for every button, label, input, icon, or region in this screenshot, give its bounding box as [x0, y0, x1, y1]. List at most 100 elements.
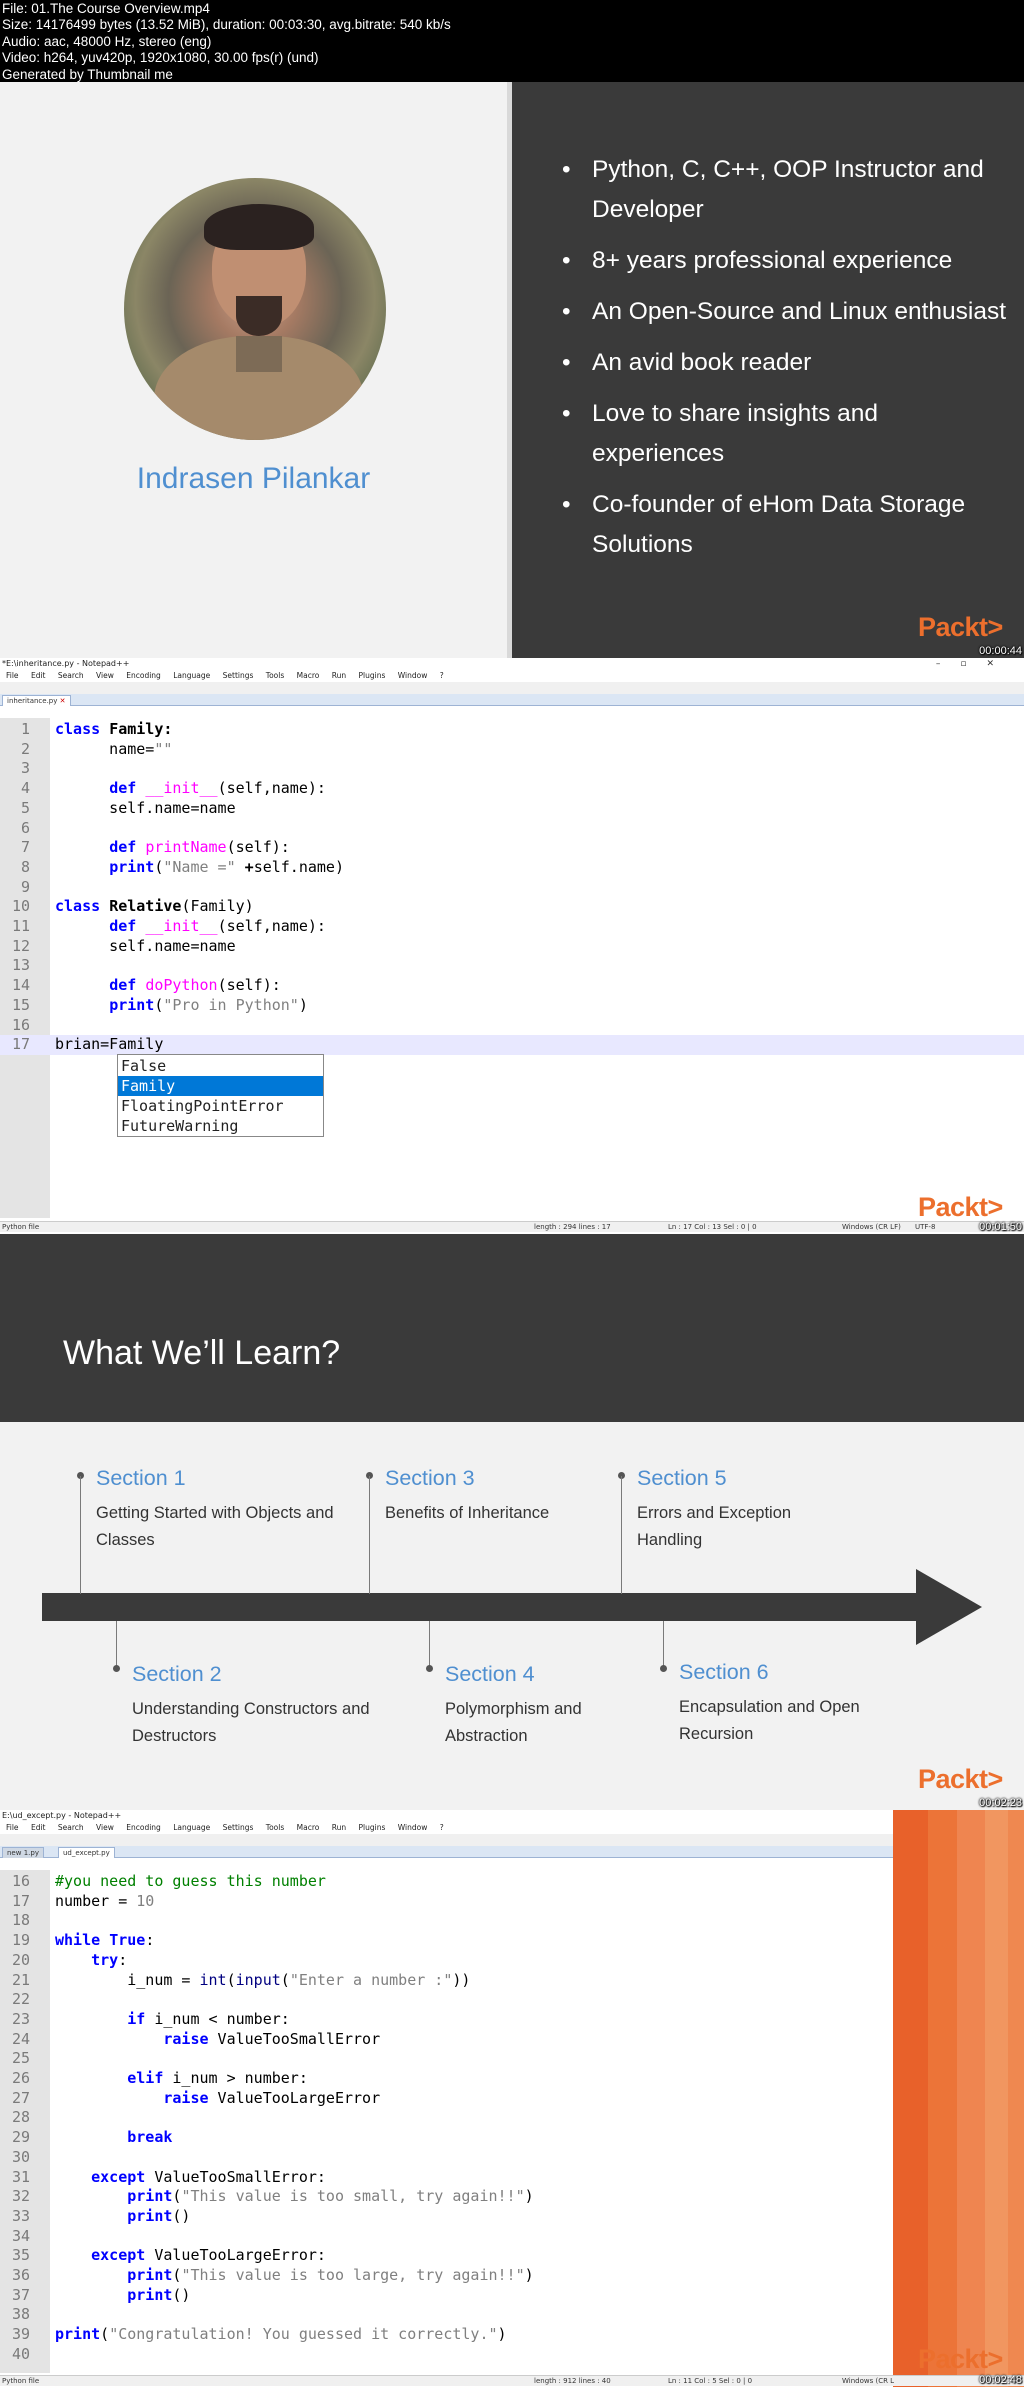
code-line[interactable]: 33 print() — [0, 2207, 1024, 2227]
code-line[interactable]: 14 def doPython(self): — [0, 976, 1024, 996]
autocomplete-item[interactable]: FloatingPointError — [118, 1096, 323, 1116]
code-line[interactable]: 28 — [0, 2108, 1024, 2128]
code-line[interactable]: 35 except ValueTooLargeError: — [0, 2246, 1024, 2266]
close-icon[interactable]: ✕ — [60, 697, 66, 705]
code-line[interactable]: 39 print("Congratulation! You guessed it … — [0, 2325, 1024, 2345]
line-number: 13 — [11, 956, 30, 975]
menu-run[interactable]: Run — [332, 671, 346, 680]
code-line[interactable]: 23 if i_num < number: — [0, 2010, 1024, 2030]
window-controls[interactable]: –▫✕ — [936, 658, 1014, 670]
menu-view[interactable]: View — [96, 1823, 114, 1832]
autocomplete-popup[interactable]: False Family FloatingPointError FutureWa… — [117, 1054, 324, 1137]
menu-encoding[interactable]: Encoding — [126, 1823, 161, 1832]
tab-inheritance-py[interactable]: inheritance.py ✕ — [2, 695, 71, 706]
menu-tools[interactable]: Tools — [266, 671, 284, 680]
code-line[interactable]: 17 number = 10 — [0, 1892, 1024, 1912]
code-line[interactable]: 4 def __init__(self,name): — [0, 779, 1024, 799]
menu-edit[interactable]: Edit — [31, 671, 46, 680]
menu-view[interactable]: View — [96, 671, 114, 680]
code-line[interactable]: 1 class Family: — [0, 720, 1024, 740]
timeline-tick — [369, 1476, 370, 1594]
menu-help[interactable]: ? — [440, 1823, 444, 1832]
code-line[interactable]: 15 print("Pro in Python") — [0, 996, 1024, 1016]
code-text: except ValueTooLargeError: — [91, 2246, 326, 2265]
autocomplete-item[interactable]: FutureWarning — [118, 1116, 323, 1136]
code-line[interactable]: 6 — [0, 819, 1024, 839]
code-line[interactable]: 20 try: — [0, 1951, 1024, 1971]
code-line[interactable]: 36 print("This value is too large, try a… — [0, 2266, 1024, 2286]
code-line[interactable]: 30 — [0, 2148, 1024, 2168]
code-line[interactable]: 19 while True: — [0, 1931, 1024, 1951]
menu-window[interactable]: Window — [398, 1823, 428, 1832]
menu-language[interactable]: Language — [173, 1823, 210, 1832]
code-line[interactable]: 18 — [0, 1911, 1024, 1931]
menu-file[interactable]: File — [6, 1823, 19, 1832]
code-line[interactable]: 22 — [0, 1990, 1024, 2010]
autocomplete-item-selected[interactable]: Family — [118, 1076, 323, 1096]
code-line[interactable]: 3 — [0, 759, 1024, 779]
frame-notepad-except: E:\ud_except.py - Notepad++ File Edit Se… — [0, 1810, 1024, 2387]
code-line[interactable]: 26 elif i_num > number: — [0, 2069, 1024, 2089]
code-line[interactable]: 10 class Relative(Family) — [0, 897, 1024, 917]
line-number: 31 — [11, 2167, 30, 2186]
code-line[interactable]: 5 self.name=name — [0, 799, 1024, 819]
menu-file[interactable]: File — [6, 671, 19, 680]
menu-run[interactable]: Run — [332, 1823, 346, 1832]
code-line[interactable]: 16 — [0, 1016, 1024, 1036]
tab-ud-except-py[interactable]: ud_except.py — [58, 1847, 115, 1858]
bio-bullet: Python, C, C++, OOP Instructor and Devel… — [560, 150, 1010, 230]
code-line[interactable]: 13 — [0, 956, 1024, 976]
code-line[interactable]: 31 except ValueTooSmallError: — [0, 2168, 1024, 2188]
code-line[interactable]: 37 print() — [0, 2286, 1024, 2306]
code-line[interactable]: 16 #you need to guess this number — [0, 1872, 1024, 1892]
code-line[interactable]: 11 def __init__(self,name): — [0, 917, 1024, 937]
menu-plugins[interactable]: Plugins — [359, 671, 386, 680]
packt-logo: Packt> — [918, 1764, 1003, 1794]
bio-bullet-list: Python, C, C++, OOP Instructor and Devel… — [560, 150, 1010, 576]
menu-search[interactable]: Search — [58, 1823, 84, 1832]
code-line[interactable]: 9 — [0, 878, 1024, 898]
code-line[interactable]: 21 i_num = int(input("Enter a number :")… — [0, 1971, 1024, 1991]
code-line[interactable]: 34 — [0, 2227, 1024, 2247]
menu-help[interactable]: ? — [440, 671, 444, 680]
code-text: print("This value is too small, try agai… — [127, 2187, 534, 2206]
frame-timestamp: 00:01:50 — [979, 1221, 1022, 1233]
menu-encoding[interactable]: Encoding — [126, 671, 161, 680]
code-line[interactable]: 12 self.name=name — [0, 937, 1024, 957]
menu-settings[interactable]: Settings — [223, 671, 254, 680]
code-line[interactable]: 38 — [0, 2305, 1024, 2325]
code-line[interactable]: 40 — [0, 2345, 1024, 2365]
code-line[interactable]: 29 break — [0, 2128, 1024, 2148]
code-line[interactable]: 27 raise ValueTooLargeError — [0, 2089, 1024, 2109]
code-line[interactable]: 32 print("This value is too small, try a… — [0, 2187, 1024, 2207]
section-6-desc: Encapsulation and Open Recursion — [679, 1698, 860, 1743]
line-number: 17 — [11, 1035, 30, 1054]
menu-window[interactable]: Window — [398, 671, 428, 680]
tab-new-1[interactable]: new 1.py — [2, 1847, 44, 1858]
code-text: def printName(self): — [109, 838, 290, 857]
menu-plugins[interactable]: Plugins — [359, 1823, 386, 1832]
menu-macro[interactable]: Macro — [297, 671, 320, 680]
autocomplete-item[interactable]: False — [118, 1056, 323, 1076]
menu-bar: File Edit Search View Encoding Language … — [0, 1822, 1024, 1834]
menu-language[interactable]: Language — [173, 671, 210, 680]
line-number: 4 — [20, 779, 30, 798]
status-bar: Python file length : 912 lines : 40 Ln :… — [0, 2375, 1024, 2386]
timeline-dot — [426, 1665, 433, 1672]
code-line[interactable]: 17 brian=Family — [0, 1035, 1024, 1055]
code-line[interactable]: 2 name="" — [0, 740, 1024, 760]
menu-tools[interactable]: Tools — [266, 1823, 284, 1832]
code-line[interactable]: 24 raise ValueTooSmallError — [0, 2030, 1024, 2050]
menu-macro[interactable]: Macro — [297, 1823, 320, 1832]
line-number: 40 — [11, 2344, 30, 2363]
code-line[interactable]: 25 — [0, 2049, 1024, 2069]
menu-search[interactable]: Search — [58, 671, 84, 680]
code-line[interactable]: 8 print("Name =" +self.name) — [0, 858, 1024, 878]
code-text: class Family: — [55, 720, 173, 738]
code-line[interactable]: 7 def printName(self): — [0, 838, 1024, 858]
menu-edit[interactable]: Edit — [31, 1823, 46, 1832]
timeline-tick — [663, 1621, 664, 1667]
section-3-title: Section 3 — [385, 1466, 475, 1490]
frame-instructor: Indrasen Pilankar Python, C, C++, OOP In… — [0, 82, 1024, 658]
menu-settings[interactable]: Settings — [223, 1823, 254, 1832]
